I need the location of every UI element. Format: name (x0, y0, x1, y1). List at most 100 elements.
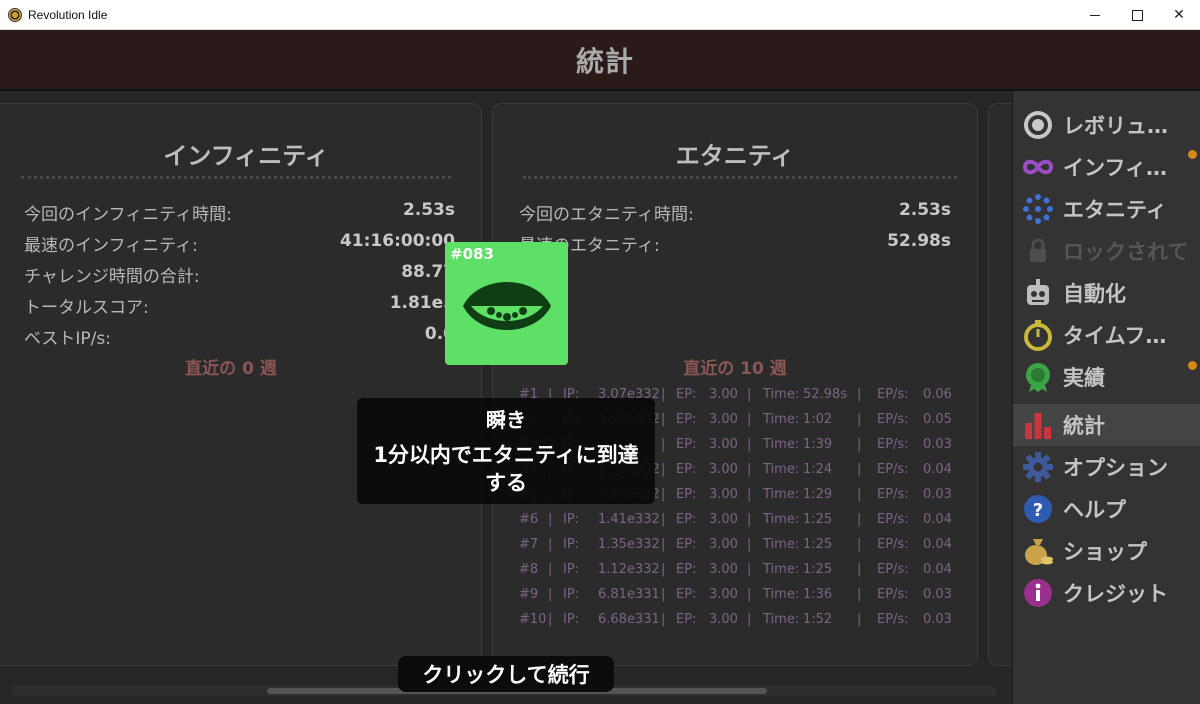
log-cell-n: #7 (519, 537, 539, 552)
medal-icon (1022, 361, 1054, 393)
log-cell-n: #8 (519, 562, 539, 577)
achievement-description: 1分以内でエタニティに到達する (373, 443, 639, 495)
log-cell-sep: | (747, 562, 752, 577)
sidebar-item-locked[interactable]: ロックされて (1013, 230, 1200, 272)
stat-row: トータルスコア: 1.81e5 (0, 293, 481, 318)
log-cell-ep: 3.00 (709, 437, 738, 452)
log-cell-sep: | (747, 612, 752, 627)
page-header: 統計 (0, 30, 1200, 91)
sidebar-item-automation[interactable]: 自動化 (1013, 272, 1200, 314)
infinity-title: インフィニティ (163, 142, 329, 170)
log-cell-tL: Time: (763, 437, 800, 452)
stat-label: 今回のエタニティ時間: (519, 205, 694, 225)
log-cell-n: #6 (519, 512, 539, 527)
log-cell-esL: EP/s: (877, 587, 909, 602)
achievement-card[interactable]: #083 (445, 242, 568, 365)
app-logo-icon (8, 7, 22, 22)
sidebar-item-achievements[interactable]: 実績 (1013, 356, 1200, 398)
log-cell-sep: | (857, 512, 862, 527)
log-cell-esL: EP/s: (877, 562, 909, 577)
sidebar-item-credits[interactable]: クレジット (1013, 572, 1200, 614)
click-to-continue-button[interactable]: クリックして続行 (398, 656, 614, 692)
sidebar-item-options[interactable]: オプション (1013, 446, 1200, 488)
log-cell-ep: 3.00 (709, 537, 738, 552)
sidebar-item-statistics[interactable]: 統計 (1013, 404, 1200, 446)
log-cell-tL: Time: (763, 562, 800, 577)
log-cell-tL: Time: (763, 412, 800, 427)
log-cell-sep: | (857, 487, 862, 502)
lock-icon (1022, 235, 1054, 267)
log-cell-sep: | (857, 612, 862, 627)
sidebar-item-label: ショップ (1063, 540, 1147, 564)
log-cell-ip: 1.12e332 (598, 562, 660, 577)
log-cell-sep: | (857, 387, 862, 402)
stat-row: 今回のエタニティ時間: 2.53s (493, 200, 977, 225)
sidebar-item-help[interactable]: ? ヘルプ (1013, 488, 1200, 530)
log-cell-sep: | (747, 587, 752, 602)
eternity-log-row: #9 | IP: 6.81e331 | EP: 3.00 | Time: 1:36 | EP/s: 0.… (513, 587, 953, 612)
sidebar-item-label: 実績 (1063, 366, 1105, 390)
log-cell-tL: Time: (763, 387, 800, 402)
log-cell-epL: EP: (676, 487, 697, 502)
side-panel-partial (988, 103, 1012, 666)
divider (21, 176, 451, 179)
log-cell-tL: Time: (763, 587, 800, 602)
sidebar-item-eternity[interactable]: エタニティ (1013, 188, 1200, 230)
log-cell-esL: EP/s: (877, 412, 909, 427)
log-cell-time: 1:25 (803, 512, 833, 527)
sidebar-item-timeflux[interactable]: タイムフ… (1013, 314, 1200, 356)
log-cell-sep: | (747, 537, 752, 552)
log-cell-eps: 0.05 (923, 412, 952, 427)
achievement-number: #083 (450, 245, 494, 263)
log-cell-ipL: IP: (563, 612, 580, 627)
log-cell-epL: EP: (676, 437, 697, 452)
log-cell-eps: 0.03 (923, 487, 952, 502)
log-cell-time: 1:25 (803, 537, 833, 552)
log-cell-time: 1:52 (803, 612, 833, 627)
log-cell-ip: 6.81e331 (598, 587, 660, 602)
log-cell-sep: | (857, 587, 862, 602)
log-cell-epL: EP: (676, 387, 697, 402)
log-cell-time: 1:02 (803, 412, 833, 427)
page-title: 統計 (575, 44, 634, 78)
log-cell-sep: | (857, 562, 862, 577)
stat-value: 2.53s (402, 200, 455, 220)
minimize-button[interactable] (1074, 0, 1116, 30)
sidebar-item-label: エタニティ (1063, 198, 1167, 222)
sidebar-item-label: オプション (1063, 456, 1168, 480)
stat-value: 52.98s (887, 231, 951, 251)
log-cell-esL: EP/s: (877, 512, 909, 527)
log-cell-epL: EP: (676, 587, 697, 602)
maximize-button[interactable] (1116, 0, 1158, 30)
log-cell-sep: | (661, 512, 666, 527)
sidebar-item-infinity[interactable]: インフィ… (1013, 146, 1200, 188)
eternity-log-row: #6 | IP: 1.41e332 | EP: 3.00 | Time: 1:25 | EP/s: 0.… (513, 512, 953, 537)
notification-dot (1188, 150, 1197, 159)
eternity-log-row: #7 | IP: 1.35e332 | EP: 3.00 | Time: 1:25 | EP/s: 0.… (513, 537, 953, 562)
stat-row: 今回のインフィニティ時間: 2.53s (0, 200, 481, 225)
infinity-icon (1022, 151, 1054, 183)
log-cell-tL: Time: (763, 612, 800, 627)
bar-chart-icon (1022, 409, 1054, 441)
log-cell-eps: 0.04 (923, 462, 952, 477)
log-cell-esL: EP/s: (877, 437, 909, 452)
eternity-dots-icon (1022, 193, 1054, 225)
log-cell-time: 1:25 (803, 562, 833, 577)
log-cell-sep: | (661, 587, 666, 602)
log-cell-epL: EP: (676, 512, 697, 527)
close-button[interactable]: ✕ (1158, 0, 1200, 30)
sidebar-item-label: ロックされて (1063, 240, 1189, 264)
stat-value: 41:16:00:00 (339, 231, 455, 251)
log-cell-sep: | (661, 462, 666, 477)
sidebar-item-revolution[interactable]: レボリュ… (1013, 104, 1200, 146)
achievement-title: 瞬き (486, 408, 526, 432)
eternity-log-row: #8 | IP: 1.12e332 | EP: 3.00 | Time: 1:25 | EP/s: 0.… (513, 562, 953, 587)
log-cell-ipL: IP: (563, 587, 580, 602)
log-cell-ep: 3.00 (709, 512, 738, 527)
sidebar-item-shop[interactable]: ショップ (1013, 530, 1200, 572)
log-cell-sep: | (661, 437, 666, 452)
log-cell-sep: | (747, 412, 752, 427)
log-cell-ep: 3.00 (709, 387, 738, 402)
log-cell-time: 1:39 (803, 437, 833, 452)
log-cell-eps: 0.03 (923, 437, 952, 452)
